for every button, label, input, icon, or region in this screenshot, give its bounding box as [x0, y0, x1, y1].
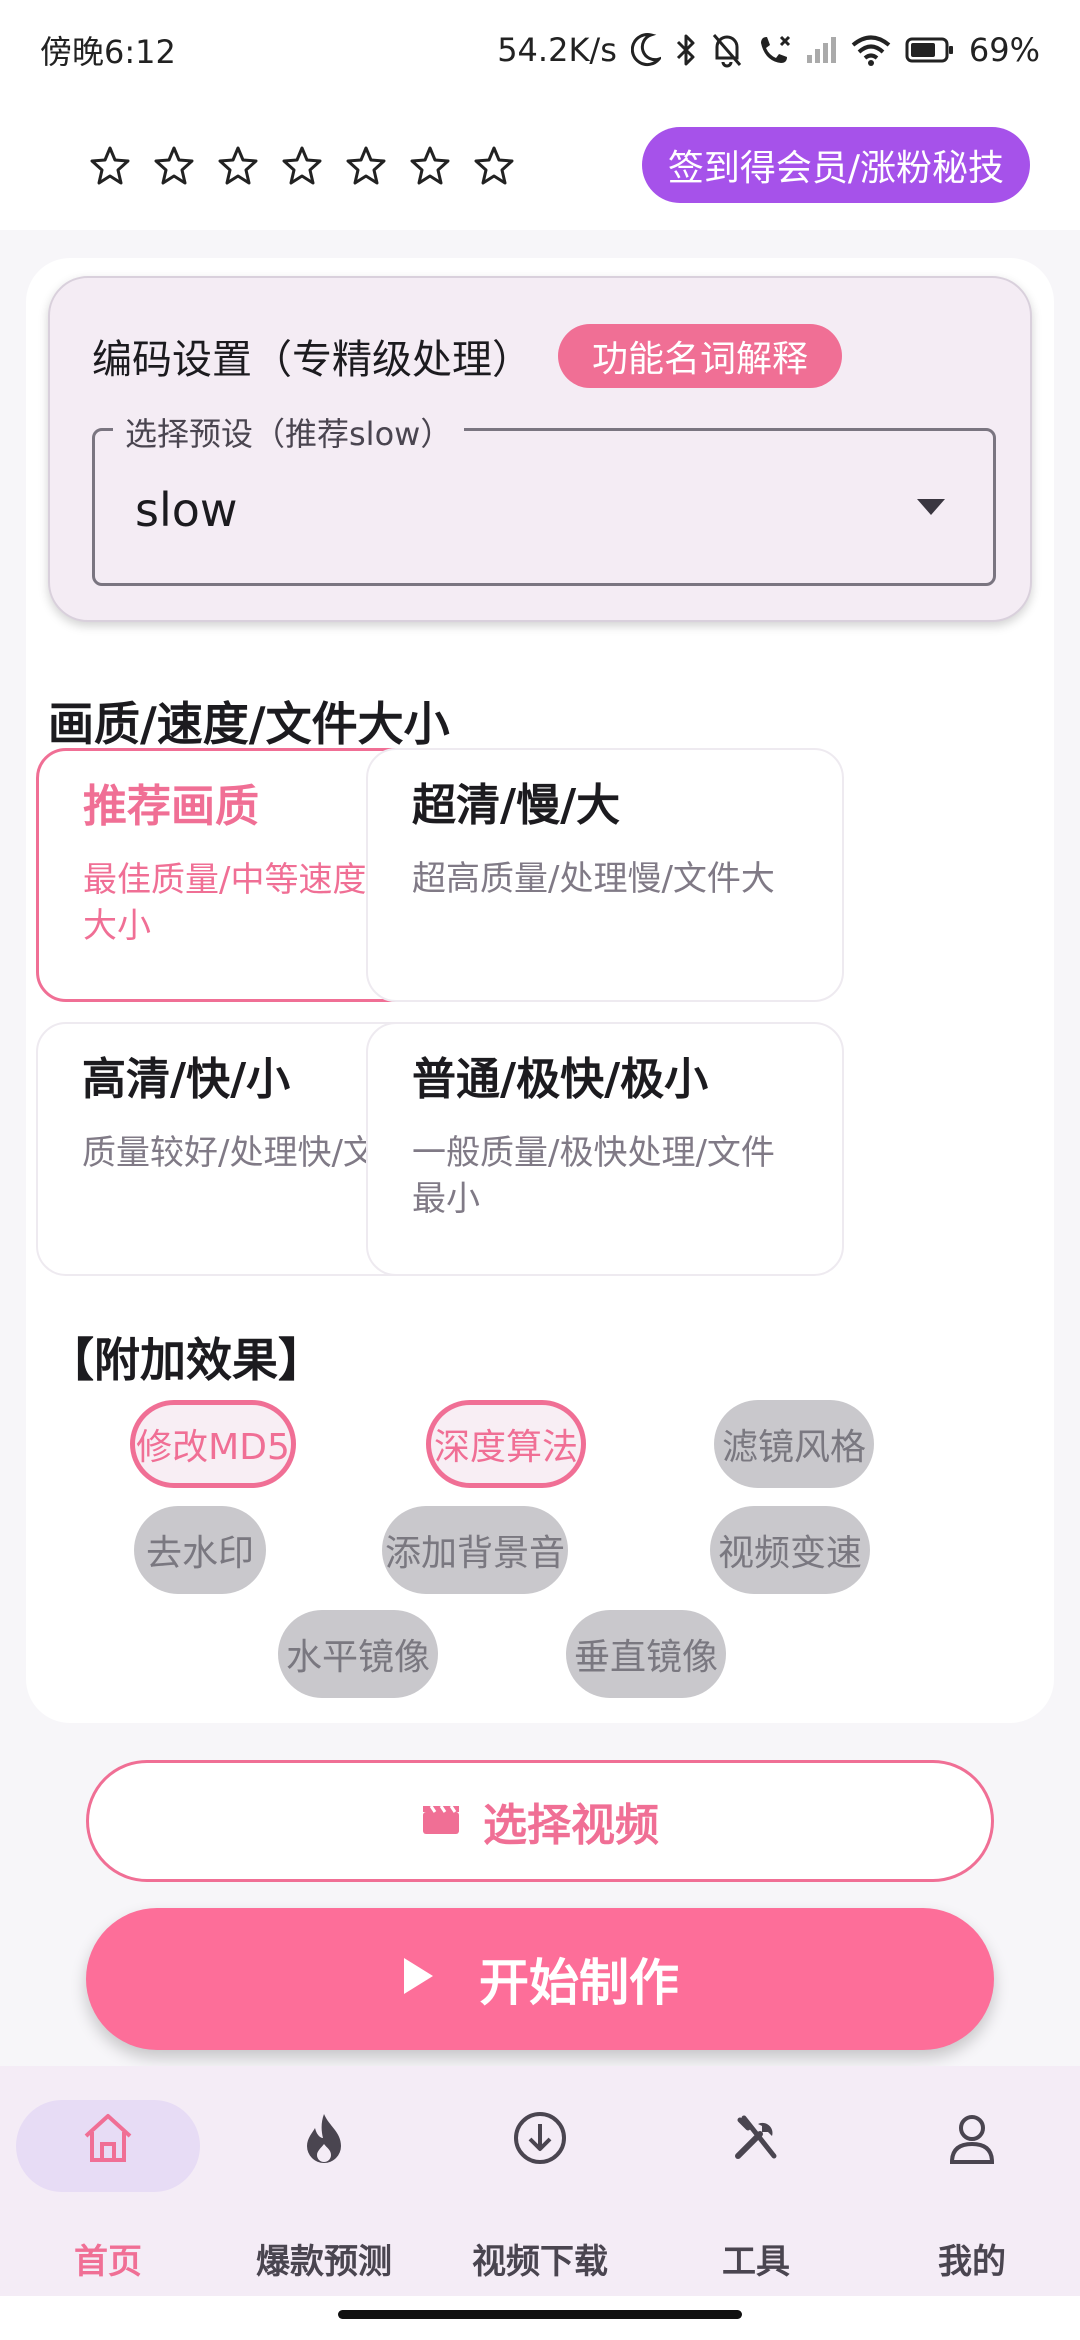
effect-chip-speed[interactable]: 视频变速: [710, 1506, 870, 1594]
effect-chip-remove-watermark[interactable]: 去水印: [134, 1506, 266, 1594]
fire-icon: [216, 2110, 432, 2166]
quality-option-ultra[interactable]: 超清/慢/大 超高质量/处理慢/文件大: [366, 748, 844, 1002]
effect-chip-md5[interactable]: 修改MD5: [130, 1400, 296, 1488]
nav-label: 工具: [722, 2242, 790, 2282]
download-icon: [432, 2110, 648, 2166]
preset-dropdown-label: 选择预设（推荐slow）: [113, 409, 465, 455]
bluetooth-icon: [675, 30, 697, 70]
nav-label: 首页: [74, 2242, 142, 2282]
quality-option-title: 超清/慢/大: [412, 780, 621, 831]
home-icon: [0, 2110, 216, 2166]
header: 签到得会员/涨粉秘技: [0, 100, 1080, 230]
star-icon[interactable]: [282, 145, 322, 185]
status-bar: 傍晚6:12 54.2K/s 69%: [0, 0, 1080, 100]
status-icons: 54.2K/s 69%: [497, 30, 1040, 70]
nav-item-trend-predict[interactable]: 爆款预测: [216, 2066, 432, 2296]
promo-button[interactable]: 签到得会员/涨粉秘技: [641, 127, 1030, 203]
effect-chip-filter[interactable]: 滤镜风格: [714, 1400, 874, 1488]
star-icon[interactable]: [90, 145, 130, 185]
effect-chip-v-mirror[interactable]: 垂直镜像: [566, 1610, 726, 1698]
nav-item-video-download[interactable]: 视频下载: [432, 2066, 648, 2296]
net-speed: 54.2K/s: [497, 31, 617, 69]
battery-icon: [905, 30, 955, 70]
encoding-panel: 编码设置（专精级处理） 功能名词解释 选择预设（推荐slow） slow: [48, 276, 1032, 622]
dropdown-arrow-icon[interactable]: [917, 499, 945, 515]
nav-item-me[interactable]: 我的: [864, 2066, 1080, 2296]
star-icon[interactable]: [474, 145, 514, 185]
rating-stars[interactable]: [90, 145, 514, 185]
nav-item-home[interactable]: 首页: [0, 2066, 216, 2296]
encoding-title-row: 编码设置（专精级处理） 功能名词解释: [92, 324, 843, 388]
quality-option-desc: 超高质量/处理慢/文件大: [412, 859, 775, 899]
effect-chip-deep-algorithm[interactable]: 深度算法: [426, 1400, 586, 1488]
select-video-label: 选择视频: [483, 1800, 659, 1851]
star-icon[interactable]: [154, 145, 194, 185]
select-video-button[interactable]: 选择视频: [86, 1760, 994, 1882]
effect-chip-bgm[interactable]: 添加背景音: [382, 1506, 568, 1594]
start-button[interactable]: 开始制作: [86, 1908, 994, 2050]
person-icon: [864, 2110, 1080, 2166]
encoding-title: 编码设置（专精级处理）: [92, 337, 532, 383]
clapperboard-icon: [421, 1796, 461, 1847]
bottom-nav: 首页 爆款预测 视频下载 工具 我的: [0, 2066, 1080, 2296]
battery-percent: 69%: [968, 31, 1040, 69]
signal-icon: [805, 30, 837, 70]
nav-label: 我的: [938, 2242, 1006, 2282]
home-indicator[interactable]: [338, 2310, 742, 2319]
play-icon: [401, 1950, 435, 2008]
moon-icon: [630, 30, 661, 70]
bell-off-icon: [711, 30, 743, 70]
quality-option-desc: 一般质量/极快处理/文件最小: [412, 1133, 775, 1219]
star-icon[interactable]: [346, 145, 386, 185]
effects-section-title: 【附加效果】: [48, 1333, 324, 1387]
quality-option-normal[interactable]: 普通/极快/极小 一般质量/极快处理/文件最小: [366, 1022, 844, 1276]
nav-item-tools[interactable]: 工具: [648, 2066, 864, 2296]
quality-section-title: 画质/速度/文件大小: [48, 697, 450, 751]
status-time: 傍晚6:12: [40, 33, 176, 71]
star-icon[interactable]: [218, 145, 258, 185]
effect-chip-h-mirror[interactable]: 水平镜像: [278, 1610, 438, 1698]
start-label: 开始制作: [479, 1954, 679, 2012]
explain-terms-button[interactable]: 功能名词解释: [558, 324, 843, 388]
nav-label: 爆款预测: [256, 2242, 392, 2282]
nav-label: 视频下载: [472, 2242, 608, 2282]
preset-dropdown[interactable]: 选择预设（推荐slow） slow: [92, 409, 996, 586]
settings-card: 编码设置（专精级处理） 功能名词解释 选择预设（推荐slow） slow 画质/…: [26, 258, 1054, 1723]
preset-dropdown-value[interactable]: slow: [135, 483, 238, 537]
quality-option-title: 普通/极快/极小: [412, 1054, 709, 1105]
star-icon[interactable]: [410, 145, 450, 185]
phone-missed-icon: [757, 30, 791, 70]
wifi-icon: [851, 30, 891, 70]
tools-icon: [648, 2110, 864, 2166]
